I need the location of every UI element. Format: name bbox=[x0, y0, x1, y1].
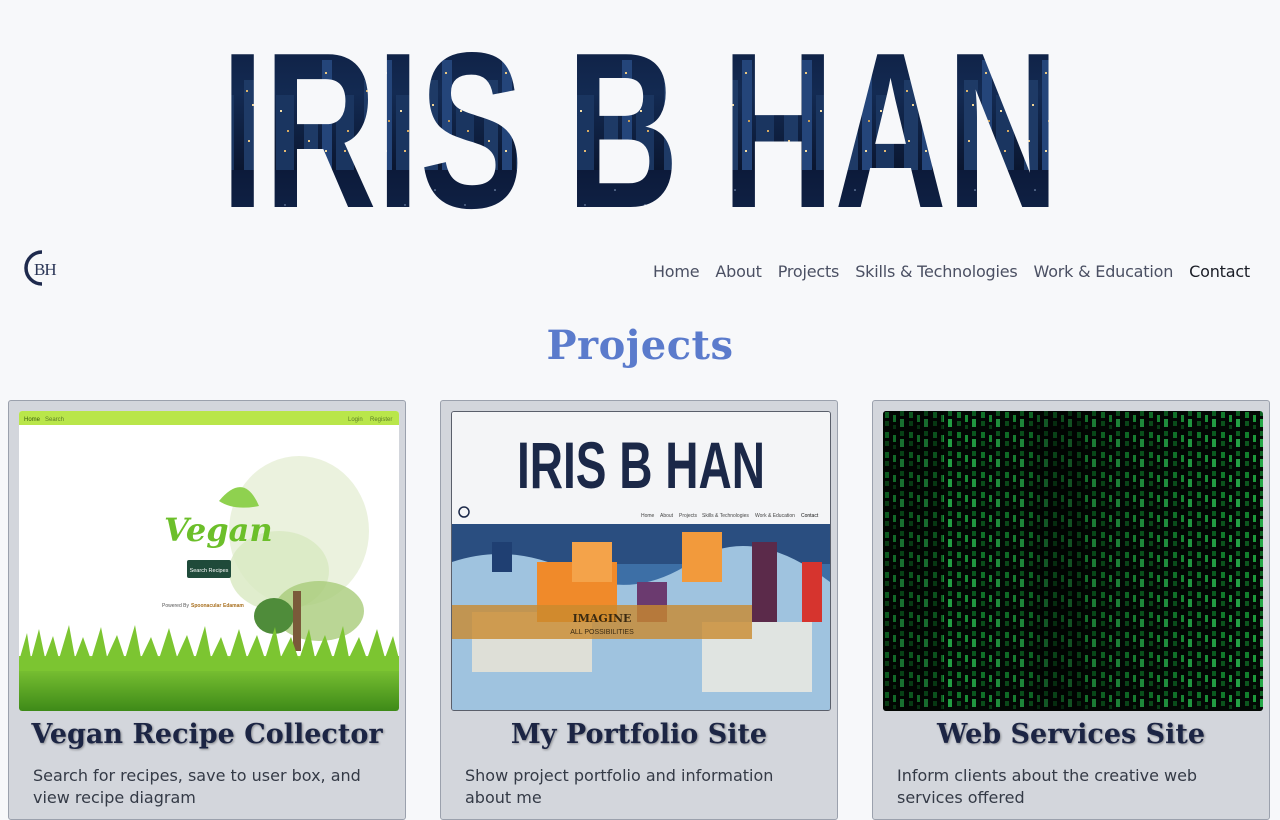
vegan-nav-register: Register bbox=[370, 417, 392, 423]
vegan-screenshot: Home Search Login Register Vegan Search … bbox=[19, 411, 399, 711]
project-description: Search for recipes, save to user box, an… bbox=[33, 766, 361, 807]
portfolio-thumb-nav-work: Work & Education bbox=[755, 513, 795, 519]
portfolio-thumb-nav-contact: Contact bbox=[801, 513, 819, 519]
project-description: Show project portfolio and information a… bbox=[465, 766, 774, 807]
project-thumbnail-portfolio[interactable]: IRIS B HAN Home About Projects Skills & … bbox=[451, 411, 831, 711]
vegan-powered-by: Powered By bbox=[162, 603, 189, 609]
nav-about[interactable]: About bbox=[715, 262, 762, 281]
project-title: My Portfolio Site bbox=[510, 719, 768, 750]
site-logo[interactable]: BH bbox=[22, 246, 62, 290]
nav-links: Home About Projects Skills & Technologie… bbox=[653, 262, 1250, 281]
svg-text:BH: BH bbox=[34, 260, 56, 279]
project-card-web-services[interactable]: Web Services Site Inform clients about t… bbox=[872, 400, 1270, 820]
portfolio-thumb-overlay-title: IMAGINE bbox=[573, 612, 632, 625]
matrix-screenshot bbox=[883, 411, 1263, 711]
portfolio-screenshot: IRIS B HAN Home About Projects Skills & … bbox=[452, 412, 830, 710]
vegan-nav-home: Home bbox=[24, 417, 41, 423]
portfolio-thumb-nav-projects: Projects bbox=[679, 513, 698, 519]
nav-projects[interactable]: Projects bbox=[778, 262, 840, 281]
nav-home[interactable]: Home bbox=[653, 262, 700, 281]
project-thumbnail-vegan[interactable]: Home Search Login Register Vegan Search … bbox=[19, 411, 399, 711]
project-title: Web Services Site bbox=[936, 719, 1206, 750]
main-nav: BH Home About Projects Skills & Technolo… bbox=[0, 240, 1280, 300]
portfolio-thumb-nav-skills: Skills & Technologies bbox=[702, 513, 749, 519]
portfolio-thumb-nav-home: Home bbox=[641, 513, 655, 519]
nav-contact[interactable]: Contact bbox=[1189, 262, 1250, 281]
vegan-powered-2: Edamam bbox=[223, 603, 244, 609]
project-card-portfolio[interactable]: IRIS B HAN Home About Projects Skills & … bbox=[440, 400, 838, 820]
vegan-search-button-label: Search Recipes bbox=[190, 568, 229, 574]
site-banner: IRIS B HAN bbox=[0, 0, 1280, 232]
banner-text: IRIS B HAN bbox=[221, 7, 1059, 232]
nav-work-education[interactable]: Work & Education bbox=[1034, 262, 1174, 281]
project-description: Inform clients about the creative web se… bbox=[897, 766, 1198, 807]
project-card-vegan[interactable]: Home Search Login Register Vegan Search … bbox=[8, 400, 406, 820]
portfolio-thumb-overlay-sub: ALL POSSIBILITIES bbox=[570, 629, 634, 636]
vegan-nav-search: Search bbox=[45, 417, 64, 423]
projects-heading: Projects bbox=[546, 322, 734, 369]
portfolio-thumb-nav-about: About bbox=[660, 513, 674, 519]
bh-logo-icon: BH bbox=[24, 250, 57, 286]
vegan-logo-text: Vegan bbox=[164, 511, 273, 549]
portfolio-thumb-banner: IRIS B HAN bbox=[517, 428, 765, 502]
banner-graphic: IRIS B HAN bbox=[221, 7, 1059, 232]
project-thumbnail-web-services[interactable] bbox=[883, 411, 1263, 711]
project-title: Vegan Recipe Collector bbox=[31, 719, 383, 750]
vegan-nav-login: Login bbox=[348, 417, 363, 423]
nav-skills[interactable]: Skills & Technologies bbox=[855, 262, 1018, 281]
vegan-powered-1: Spoonacular bbox=[191, 603, 221, 609]
